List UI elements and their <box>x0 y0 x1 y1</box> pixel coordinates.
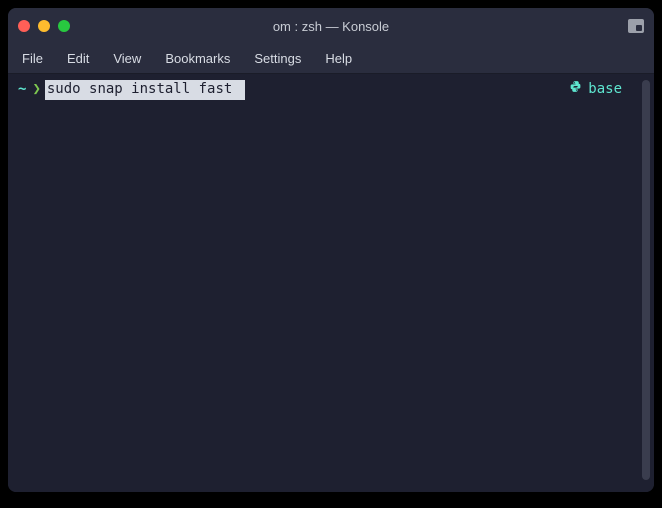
close-icon[interactable] <box>18 20 30 32</box>
prompt-symbol: ❯ <box>32 80 40 100</box>
prompt-line: ~ ❯ sudo snap install fast <box>18 80 644 100</box>
new-tab-icon[interactable] <box>628 19 644 33</box>
menu-view[interactable]: View <box>101 47 153 70</box>
maximize-icon[interactable] <box>58 20 70 32</box>
env-status: base <box>569 80 622 100</box>
prompt-cwd: ~ <box>18 80 26 100</box>
env-label: base <box>588 80 622 100</box>
menu-settings[interactable]: Settings <box>242 47 313 70</box>
menu-file[interactable]: File <box>16 47 55 70</box>
menu-bookmarks[interactable]: Bookmarks <box>153 47 242 70</box>
command-text: sudo snap install fast <box>45 80 245 100</box>
scrollbar[interactable] <box>642 80 650 480</box>
menu-edit[interactable]: Edit <box>55 47 101 70</box>
terminal-window: om : zsh — Konsole File Edit View Bookma… <box>8 8 654 492</box>
titlebar[interactable]: om : zsh — Konsole <box>8 8 654 44</box>
terminal-area[interactable]: ~ ❯ sudo snap install fast base <box>8 74 654 492</box>
window-title: om : zsh — Konsole <box>8 19 654 34</box>
window-controls <box>18 20 70 32</box>
menubar: File Edit View Bookmarks Settings Help <box>8 44 654 74</box>
python-icon <box>569 80 582 99</box>
minimize-icon[interactable] <box>38 20 50 32</box>
menu-help[interactable]: Help <box>313 47 364 70</box>
